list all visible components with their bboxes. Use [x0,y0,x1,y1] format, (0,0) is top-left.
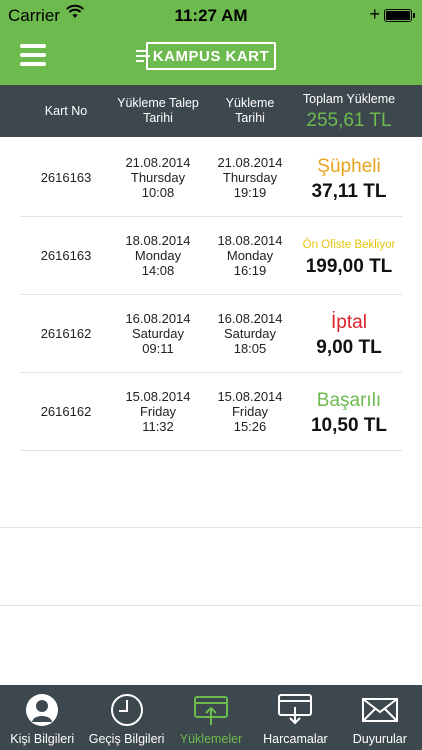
header-load-line2: Tarihi [235,111,265,125]
table-row[interactable]: 2616162 16.08.2014 Saturday 09:11 16.08.… [20,294,402,373]
tab-label: Yüklemeler [179,732,243,746]
header-request-date: Yükleme Talep Tarihi [112,85,204,137]
table-row[interactable]: 2616163 21.08.2014 Thursday 10:08 21.08.… [20,138,402,217]
load-date-cell: 15.08.2014 Friday 15:26 [204,372,296,450]
table-row[interactable]: 2616163 18.08.2014 Monday 14:08 18.08.20… [20,216,402,295]
navigation-bar: KAMPUS KART [0,30,422,85]
clock-time: 11:27 AM [174,6,248,25]
kampus-kart-logo: KAMPUS KART [136,42,276,70]
header-total: Toplam Yükleme 255,61 TL [296,85,402,137]
row-divider [0,527,422,528]
card-no-cell: 2616162 [20,294,112,372]
load-date-cell: 16.08.2014 Saturday 18:05 [204,294,296,372]
load-date: 21.08.2014 [217,154,283,170]
tab-label: Duyurular [352,732,407,746]
request-date-cell: 15.08.2014 Friday 11:32 [112,372,204,450]
load-date: 18.08.2014 [217,232,283,248]
status-amount-cell: Başarılı 10,50 TL [296,372,402,450]
header-load-date: Yükleme Tarihi [204,85,296,137]
header-request-line1: Yükleme Talep [117,96,199,110]
load-date-cell: 21.08.2014 Thursday 19:19 [204,138,296,216]
hamburger-menu-button[interactable] [20,44,46,66]
card-no: 2616162 [40,403,92,419]
tab-bar: Kişi Bilgileri Geçiş Bilgileri Yüklemele… [0,685,422,750]
total-value: 255,61 TL [306,109,392,131]
request-day: Monday [134,247,182,263]
status-label: Ön Ofiste Bekliyor [302,239,396,251]
charging-icon: + [369,4,380,24]
logo-text: KAMPUS KART [152,47,270,65]
card-no-cell: 2616163 [20,216,112,294]
tab-yuklemeler[interactable]: Yüklemeler [169,685,253,750]
total-label: Toplam Yükleme [302,91,396,106]
header-card-no-label: Kart No [44,103,88,118]
request-day: Friday [139,403,177,419]
table-row[interactable]: 2616162 15.08.2014 Friday 11:32 15.08.20… [20,372,402,451]
request-time: 11:32 [142,418,174,434]
header-request-line2: Tarihi [143,111,173,125]
request-date-cell: 18.08.2014 Monday 14:08 [112,216,204,294]
load-time: 15:26 [233,418,267,434]
load-day: Thursday [222,169,278,185]
status-label: Şüpheli [317,156,381,177]
request-time: 10:08 [141,184,175,200]
load-time: 19:19 [233,184,267,200]
card-no-cell: 2616162 [20,372,112,450]
tab-gecis-bilgileri[interactable]: Geçiş Bilgileri [84,685,168,750]
amount: 37,11 TL [311,181,387,202]
battery-icon [384,9,415,22]
card-no: 2616163 [40,169,92,185]
load-date: 15.08.2014 [217,388,283,404]
card-no-cell: 2616163 [20,138,112,216]
load-day: Monday [226,247,274,263]
card-no: 2616163 [40,247,92,263]
tab-label: Harcamalar [263,732,328,746]
envelope-icon [360,693,400,727]
request-day: Saturday [131,325,185,341]
table-header: Kart No Yükleme Talep Tarihi Yükleme Tar… [0,85,422,137]
clock-icon [107,693,147,727]
load-time: 18:05 [233,340,267,356]
load-day: Saturday [223,325,277,341]
tab-duyurular[interactable]: Duyurular [338,685,422,750]
tab-label: Kişi Bilgileri [10,732,75,746]
header-load-line1: Yükleme [225,96,275,110]
request-day: Thursday [130,169,186,185]
status-label: Başarılı [316,390,382,411]
request-date-cell: 21.08.2014 Thursday 10:08 [112,138,204,216]
request-time: 09:11 [142,340,174,356]
load-date-cell: 18.08.2014 Monday 16:19 [204,216,296,294]
card-no: 2616162 [40,325,92,341]
header-card-no: Kart No [20,85,112,137]
load-date: 16.08.2014 [217,310,283,326]
status-amount-cell: Ön Ofiste Bekliyor 199,00 TL [296,216,402,294]
status-amount-cell: Şüpheli 37,11 TL [296,138,402,216]
request-date: 16.08.2014 [125,310,191,326]
amount: 199,00 TL [305,256,393,277]
amount: 9,00 TL [316,337,382,358]
status-bar: Carrier 11:27 AM + [0,0,422,30]
card-upload-icon [191,693,231,727]
request-date: 15.08.2014 [125,388,191,404]
status-label: İptal [331,312,367,333]
request-time: 14:08 [141,262,175,278]
logo-lines-icon [136,50,150,62]
status-amount-cell: İptal 9,00 TL [296,294,402,372]
load-time: 16:19 [233,262,267,278]
tab-label: Geçiş Bilgileri [88,732,165,746]
row-divider [0,605,422,606]
request-date: 21.08.2014 [125,154,191,170]
request-date-cell: 16.08.2014 Saturday 09:11 [112,294,204,372]
person-icon [22,693,62,727]
load-day: Friday [231,403,269,419]
amount: 10,50 TL [310,415,388,436]
card-download-icon [275,693,315,727]
tab-harcamalar[interactable]: Harcamalar [253,685,337,750]
request-date: 18.08.2014 [125,232,191,248]
tab-kisi-bilgileri[interactable]: Kişi Bilgileri [0,685,84,750]
